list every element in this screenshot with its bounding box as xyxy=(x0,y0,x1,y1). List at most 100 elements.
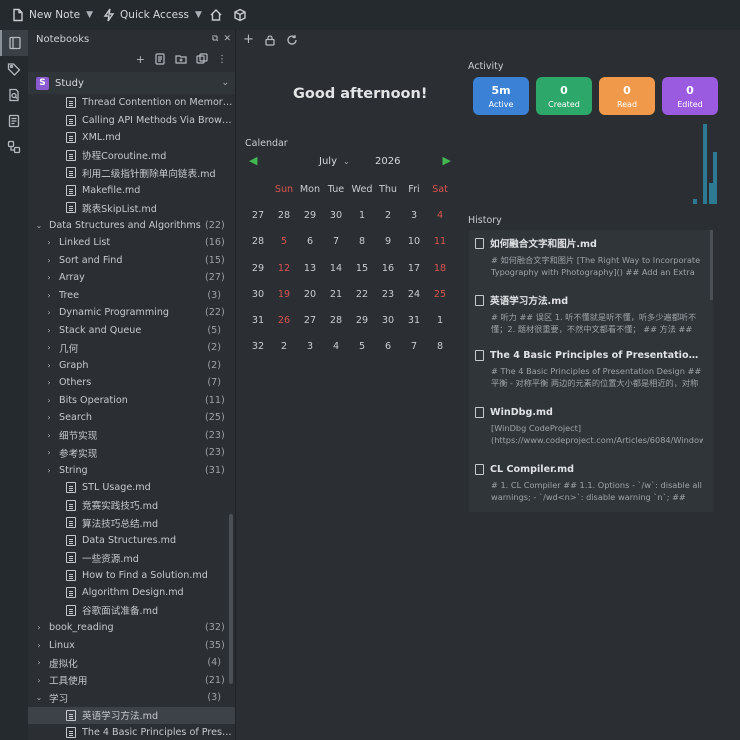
chevron-right-icon[interactable]: › xyxy=(44,343,54,352)
chevron-right-icon[interactable]: › xyxy=(44,396,54,405)
tree-folder[interactable]: › String (31) xyxy=(28,462,235,480)
tree-folder[interactable]: › 工具使用 (21) xyxy=(28,672,235,690)
calendar-day[interactable]: 4 xyxy=(427,210,453,221)
chevron-right-icon[interactable]: › xyxy=(34,623,44,632)
tree-folder[interactable]: › Array (27) xyxy=(28,269,235,287)
tree-folder[interactable]: › Graph (2) xyxy=(28,357,235,375)
calendar-day[interactable]: 16 xyxy=(375,263,401,274)
tree-file[interactable]: Thread Contention on Memory... xyxy=(28,94,235,112)
month-select[interactable]: July ⌄ xyxy=(319,156,350,167)
chevron-right-icon[interactable]: › xyxy=(44,256,54,265)
tree-file[interactable]: 算法技巧总结.md xyxy=(28,514,235,532)
calendar-day[interactable]: 6 xyxy=(297,236,323,247)
tree-file[interactable]: XML.md xyxy=(28,129,235,147)
tree-folder[interactable]: ⌄ 学习 (3) xyxy=(28,689,235,707)
chevron-right-icon[interactable]: › xyxy=(44,326,54,335)
history-item[interactable]: 如何融合文字和图片.md # 如何融合文字和图片 [The Right Way t… xyxy=(469,230,713,287)
calendar-day[interactable]: 31 xyxy=(401,315,427,326)
calendar-day[interactable]: 17 xyxy=(401,263,427,274)
calendar-day[interactable]: 23 xyxy=(375,289,401,300)
calendar-day[interactable]: 22 xyxy=(349,289,375,300)
activity-card-active[interactable]: 5m Active xyxy=(473,77,529,115)
manage-notebooks-icon[interactable] xyxy=(196,53,208,65)
tree-folder[interactable]: › Linux (35) xyxy=(28,637,235,655)
calendar-day[interactable]: 5 xyxy=(271,236,297,247)
tree-folder[interactable]: › Dynamic Programming (22) xyxy=(28,304,235,322)
tree-folder[interactable]: › Tree (3) xyxy=(28,287,235,305)
tree-file[interactable]: 谷歌面试准备.md xyxy=(28,602,235,620)
tag-icon[interactable] xyxy=(0,56,28,82)
notebook-icon[interactable] xyxy=(154,53,166,65)
tree-folder[interactable]: › Sort and Find (15) xyxy=(28,252,235,270)
add-tab-icon[interactable]: + xyxy=(243,33,254,46)
chevron-right-icon[interactable]: › xyxy=(34,658,44,667)
tree-file[interactable]: How to Find a Solution.md xyxy=(28,567,235,585)
calendar-day[interactable]: 3 xyxy=(297,341,323,352)
calendar-day[interactable]: 29 xyxy=(297,210,323,221)
chevron-down-icon[interactable]: ⌄ xyxy=(34,693,44,702)
tree-folder[interactable]: › 虚拟化 (4) xyxy=(28,654,235,672)
tree-file[interactable]: Data Structures.md xyxy=(28,532,235,550)
home-icon[interactable] xyxy=(208,7,224,23)
outline-icon[interactable] xyxy=(0,108,28,134)
calendar-day[interactable]: 18 xyxy=(427,263,453,274)
calendar-day[interactable]: 8 xyxy=(427,341,453,352)
calendar-day[interactable]: 29 xyxy=(349,315,375,326)
add-icon[interactable]: + xyxy=(136,53,145,66)
tree-folder[interactable]: › Stack and Queue (5) xyxy=(28,322,235,340)
calendar-day[interactable]: 28 xyxy=(323,315,349,326)
tree-folder[interactable]: › 细节实现 (23) xyxy=(28,427,235,445)
calendar-day[interactable]: 1 xyxy=(349,210,375,221)
calendar-day[interactable]: 7 xyxy=(323,236,349,247)
history-item[interactable]: 英语学习方法.md # 听力 ## 误区 1. 听不懂就是听不懂，听多少遍都听不懂… xyxy=(469,287,713,344)
history-item[interactable]: WinDbg.md [WinDbg CodeProject](https://ww… xyxy=(469,401,713,458)
next-month-icon[interactable]: ▶ xyxy=(443,154,451,167)
notebooks-panel-icon[interactable] xyxy=(0,30,28,56)
activity-card-read[interactable]: 0 Read xyxy=(599,77,655,115)
calendar-day[interactable]: 3 xyxy=(401,210,427,221)
activity-card-created[interactable]: 0 Created xyxy=(536,77,592,115)
history-item[interactable]: CL Compiler.md # 1. CL Compiler ## 1.1. O… xyxy=(469,458,713,512)
history-item[interactable]: The 4 Basic Principles of Presentation D… xyxy=(469,344,713,401)
calendar-day[interactable]: 2 xyxy=(375,210,401,221)
undock-icon[interactable]: ⧉ xyxy=(212,34,218,44)
calendar-day[interactable]: 30 xyxy=(375,315,401,326)
tree-folder[interactable]: › book_reading (32) xyxy=(28,619,235,637)
calendar-day[interactable]: 10 xyxy=(401,236,427,247)
refresh-icon[interactable] xyxy=(286,34,298,46)
tree-scrollbar[interactable] xyxy=(229,514,233,684)
chevron-right-icon[interactable]: › xyxy=(44,466,54,475)
prev-month-icon[interactable]: ◀ xyxy=(249,154,257,167)
calendar-day[interactable]: 24 xyxy=(401,289,427,300)
chevron-right-icon[interactable]: › xyxy=(44,273,54,282)
tree-file[interactable]: Algorithm Design.md xyxy=(28,584,235,602)
chevron-right-icon[interactable]: › xyxy=(34,641,44,650)
calendar-day[interactable]: 21 xyxy=(323,289,349,300)
calendar-day[interactable]: 19 xyxy=(271,289,297,300)
activity-card-edited[interactable]: 0 Edited xyxy=(662,77,718,115)
tree-folder[interactable]: ⌄ Data Structures and Algorithms (22) xyxy=(28,217,235,235)
tree-folder[interactable]: › Search (25) xyxy=(28,409,235,427)
tree-file[interactable]: 竞赛实践技巧.md xyxy=(28,497,235,515)
calendar-day[interactable]: 8 xyxy=(349,236,375,247)
calendar-day[interactable]: 5 xyxy=(349,341,375,352)
tree-file[interactable]: 跳表SkipList.md xyxy=(28,199,235,217)
calendar-day[interactable]: 9 xyxy=(375,236,401,247)
calendar-day[interactable]: 11 xyxy=(427,236,453,247)
quick-access-button[interactable]: Quick Access xyxy=(97,0,193,30)
tree-folder[interactable]: › 参考实现 (23) xyxy=(28,444,235,462)
tree-file[interactable]: Makefile.md xyxy=(28,182,235,200)
calendar-day[interactable]: 20 xyxy=(297,289,323,300)
calendar-day[interactable]: 13 xyxy=(297,263,323,274)
snippets-icon[interactable] xyxy=(0,134,28,160)
calendar-day[interactable]: 6 xyxy=(375,341,401,352)
chevron-down-icon[interactable]: ⌄ xyxy=(34,221,44,230)
calendar-day[interactable]: 2 xyxy=(271,341,297,352)
chevron-right-icon[interactable]: › xyxy=(44,448,54,457)
chevron-right-icon[interactable]: › xyxy=(44,413,54,422)
calendar-day[interactable]: 28 xyxy=(271,210,297,221)
calendar-day[interactable]: 1 xyxy=(427,315,453,326)
chevron-right-icon[interactable]: › xyxy=(44,308,54,317)
tree-file[interactable]: Calling API Methods Via Browse... xyxy=(28,112,235,130)
calendar-day[interactable]: 15 xyxy=(349,263,375,274)
